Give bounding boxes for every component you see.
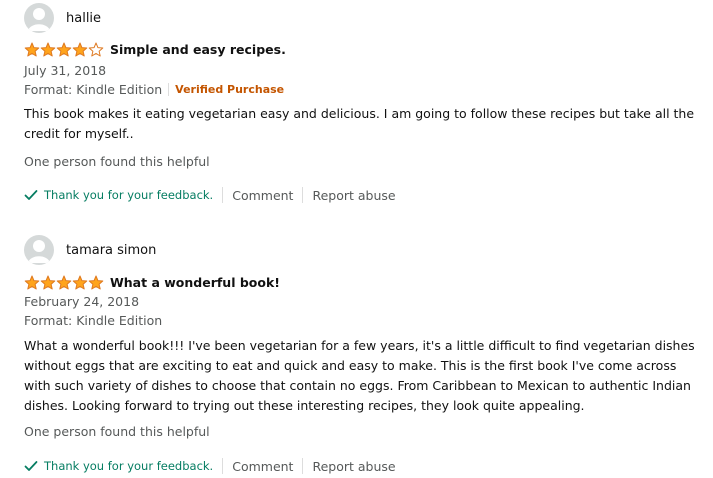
review-body: This book makes it eating vegetarian eas… xyxy=(24,106,695,141)
reviewer-profile[interactable]: hallie xyxy=(24,3,101,33)
review-title[interactable]: Simple and easy recipes. xyxy=(110,42,286,57)
review-format[interactable]: Format: Kindle Edition xyxy=(24,82,162,97)
divider xyxy=(222,458,224,474)
divider xyxy=(302,458,304,474)
helpful-count: One person found this helpful xyxy=(24,424,210,439)
feedback-confirmation: Thank you for your feedback. xyxy=(24,459,213,473)
star-filled-icon xyxy=(88,275,104,290)
checkmark-icon xyxy=(24,190,38,200)
thanks-text: Thank you for your feedback. xyxy=(44,459,214,473)
divider xyxy=(302,187,304,203)
user-silhouette-icon xyxy=(28,240,50,263)
star-filled-icon xyxy=(56,275,72,290)
feedback-confirmation: Thank you for your feedback. xyxy=(24,188,213,202)
avatar xyxy=(24,235,54,265)
divider xyxy=(168,83,170,96)
star-filled-icon xyxy=(72,42,88,57)
review-date: February 24, 2018 xyxy=(24,294,140,309)
report-abuse-link[interactable]: Report abuse xyxy=(312,459,395,474)
review-date: July 31, 2018 xyxy=(24,63,107,78)
helpful-count: One person found this helpful xyxy=(24,154,210,169)
reviewer-name[interactable]: tamara simon xyxy=(66,243,156,258)
user-silhouette-icon xyxy=(28,8,50,31)
checkmark-icon xyxy=(24,461,38,471)
comment-link[interactable]: Comment xyxy=(232,459,293,474)
verified-purchase-badge: Verified Purchase xyxy=(175,83,285,96)
reviewer-name[interactable]: hallie xyxy=(66,11,101,26)
star-filled-icon xyxy=(72,275,88,290)
star-filled-icon xyxy=(40,275,56,290)
star-empty-icon xyxy=(88,42,104,57)
star-filled-icon xyxy=(24,275,40,290)
report-abuse-link[interactable]: Report abuse xyxy=(312,188,395,203)
reviewer-profile[interactable]: tamara simon xyxy=(24,235,156,265)
star-filled-icon xyxy=(24,42,40,57)
comment-link[interactable]: Comment xyxy=(232,188,293,203)
thanks-text: Thank you for your feedback. xyxy=(44,188,214,202)
review-body: What a wonderful book!!! I've been veget… xyxy=(24,338,695,413)
star-rating[interactable] xyxy=(24,42,104,57)
star-filled-icon xyxy=(56,42,72,57)
star-filled-icon xyxy=(40,42,56,57)
review-title[interactable]: What a wonderful book! xyxy=(110,275,280,290)
review-format[interactable]: Format: Kindle Edition xyxy=(24,313,162,328)
avatar xyxy=(24,3,54,33)
star-rating[interactable] xyxy=(24,275,104,290)
divider xyxy=(222,187,224,203)
